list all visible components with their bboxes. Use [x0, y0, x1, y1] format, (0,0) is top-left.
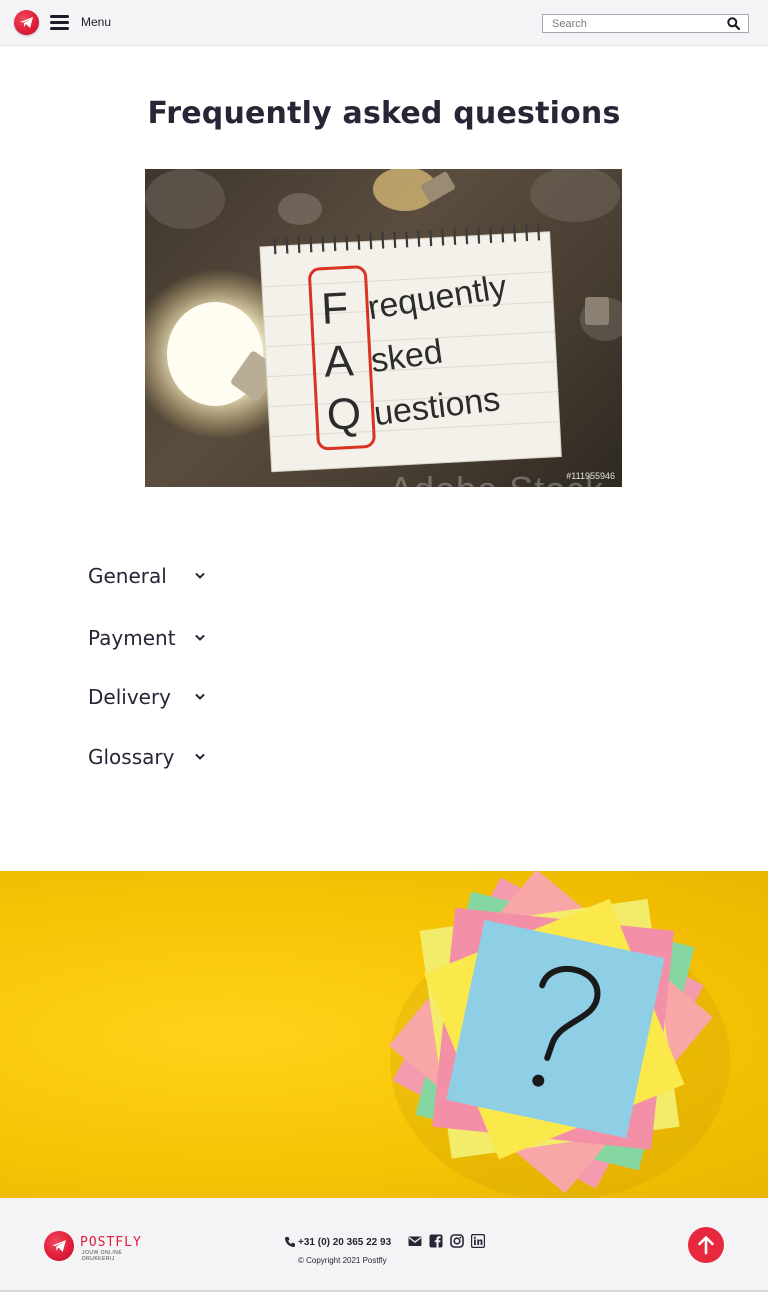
social-links [408, 1233, 486, 1249]
footer: POSTFLY JOUW ONLINE DRUKKERIJ +31 (0) 20… [0, 1198, 768, 1292]
envelope-icon[interactable] [408, 1233, 422, 1247]
accordion-label[interactable]: Glossary [88, 745, 174, 769]
phone-contact[interactable]: +31 (0) 20 365 22 93 [284, 1234, 391, 1250]
chevron-down-icon[interactable] [194, 751, 206, 763]
note-letter-a: A [323, 336, 356, 387]
logo-wordmark: POSTFLY [80, 1235, 142, 1250]
postfly-logo-icon[interactable] [14, 10, 39, 35]
menu-button[interactable]: Menu [50, 14, 120, 32]
instagram-icon[interactable] [450, 1233, 464, 1248]
copyright-text: © Copyright 2021 Postfly [298, 1256, 387, 1265]
faq-illustration: F A Q requently sked uestions [145, 169, 622, 473]
accordion-label[interactable]: General [88, 564, 167, 588]
accordion-item-general[interactable]: General [88, 560, 205, 592]
note-letter-f: F [320, 283, 349, 333]
page-title: Frequently asked questions [147, 96, 621, 131]
search-box [542, 14, 749, 33]
scroll-to-top-button[interactable] [688, 1227, 724, 1263]
top-header: Menu [0, 0, 768, 46]
footer-logo[interactable]: POSTFLY JOUW ONLINE DRUKKERIJ [44, 1231, 154, 1262]
stock-id: #111955946 [566, 471, 615, 481]
accordion-label[interactable]: Delivery [88, 685, 171, 709]
chevron-down-icon[interactable] [194, 570, 206, 582]
phone-icon [285, 1237, 295, 1247]
chevron-down-icon[interactable] [194, 691, 206, 703]
search-input[interactable] [543, 15, 723, 32]
linkedin-icon[interactable] [470, 1233, 486, 1249]
accordion-item-glossary[interactable]: Glossary [88, 741, 205, 773]
logo-tagline: JOUW ONLINE DRUKKERIJ [82, 1250, 123, 1262]
faq-hero-image: F A Q requently sked uestions Adobe Stoc… [145, 169, 622, 487]
accordion-item-payment[interactable]: Payment [88, 622, 205, 654]
facebook-icon[interactable] [429, 1233, 443, 1248]
sticky-notes-illustration [388, 871, 730, 1198]
search-icon[interactable] [727, 17, 740, 30]
chevron-down-icon[interactable] [194, 632, 206, 644]
phone-number[interactable]: +31 (0) 20 365 22 93 [298, 1237, 391, 1248]
postfly-logo-icon [44, 1231, 74, 1261]
question-notes-banner [0, 871, 768, 1198]
hamburger-icon[interactable] [50, 15, 69, 30]
arrow-up-icon[interactable] [697, 1235, 715, 1255]
accordion-label[interactable]: Payment [88, 626, 176, 650]
note-letter-q: Q [326, 389, 363, 440]
accordion-item-delivery[interactable]: Delivery [88, 681, 205, 713]
menu-label[interactable]: Menu [81, 15, 111, 29]
